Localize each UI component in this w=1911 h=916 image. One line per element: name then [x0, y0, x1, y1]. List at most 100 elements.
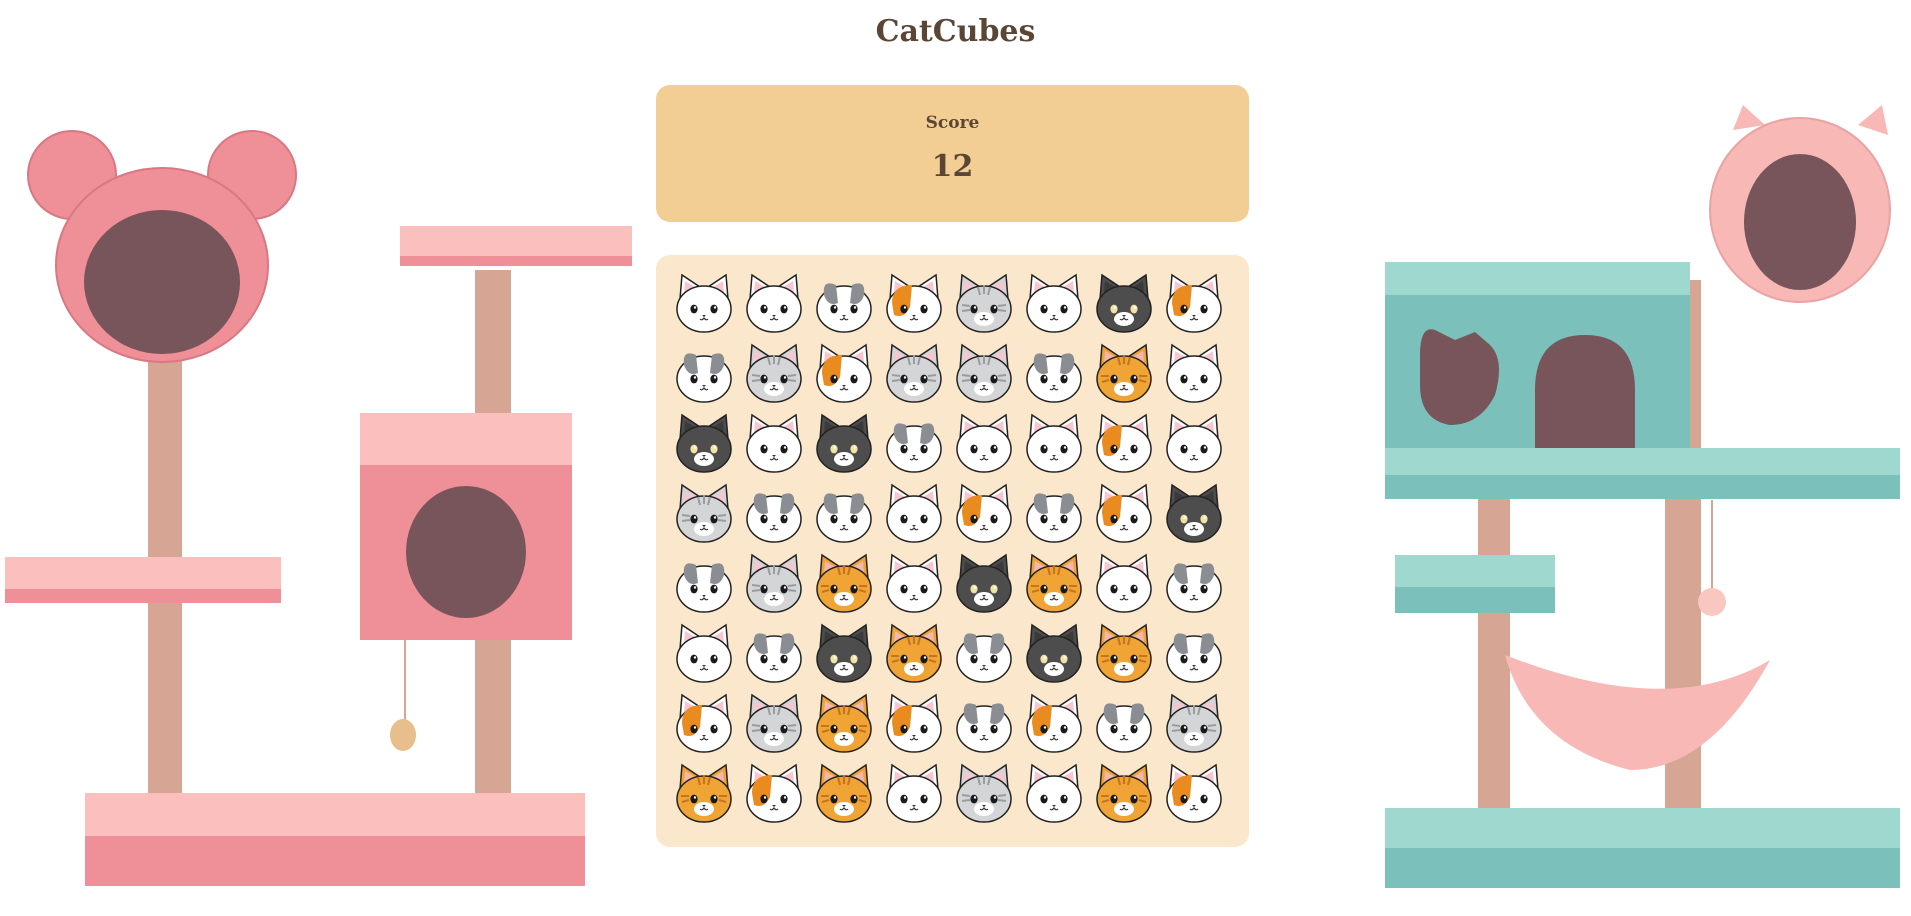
cat-tile-calico[interactable]: [810, 339, 878, 409]
cat-tile-black[interactable]: [1090, 269, 1158, 339]
cat-tile-calico[interactable]: [1160, 269, 1228, 339]
cat-calico-icon: [676, 693, 732, 753]
cat-orange-icon: [1096, 343, 1152, 403]
cat-tile-tabby[interactable]: [740, 549, 808, 619]
cat-tile-tabby[interactable]: [950, 339, 1018, 409]
cat-tabby-icon: [746, 343, 802, 403]
cat-black-icon: [1096, 273, 1152, 333]
cat-calico-icon: [1096, 483, 1152, 543]
cat-tile-black[interactable]: [810, 619, 878, 689]
game-title: CatCubes: [875, 14, 1036, 49]
cat-tile-orange[interactable]: [1020, 549, 1088, 619]
cat-tile-gray[interactable]: [810, 479, 878, 549]
cat-tile-gray[interactable]: [1020, 479, 1088, 549]
cat-tile-white[interactable]: [670, 269, 738, 339]
cat-black-icon: [1166, 483, 1222, 543]
cat-white-icon: [1166, 413, 1222, 473]
cat-tile-orange[interactable]: [670, 759, 738, 829]
cat-white-icon: [1166, 343, 1222, 403]
cat-tile-calico[interactable]: [670, 689, 738, 759]
cat-tile-gray[interactable]: [880, 409, 948, 479]
cat-tile-tabby[interactable]: [740, 339, 808, 409]
cat-tile-orange[interactable]: [1090, 619, 1158, 689]
cat-tile-black[interactable]: [950, 549, 1018, 619]
cat-white-icon: [1096, 553, 1152, 613]
cat-orange-icon: [1026, 553, 1082, 613]
cat-tile-white[interactable]: [670, 619, 738, 689]
cat-tile-calico[interactable]: [950, 479, 1018, 549]
cat-gray-icon: [676, 563, 732, 613]
cat-tile-gray[interactable]: [740, 479, 808, 549]
cat-tree-right-decoration: [1385, 105, 1900, 888]
cat-tile-gray[interactable]: [670, 339, 738, 409]
cat-gray-icon: [1026, 353, 1082, 403]
cat-tile-gray[interactable]: [1160, 549, 1228, 619]
cat-tile-orange[interactable]: [1090, 759, 1158, 829]
cat-tile-orange[interactable]: [1090, 339, 1158, 409]
cat-tabby-icon: [746, 553, 802, 613]
cat-tile-calico[interactable]: [880, 269, 948, 339]
cat-calico-icon: [886, 693, 942, 753]
cat-tile-white[interactable]: [950, 409, 1018, 479]
cat-tile-gray[interactable]: [1020, 339, 1088, 409]
cat-tile-orange[interactable]: [810, 689, 878, 759]
cat-tabby-icon: [886, 343, 942, 403]
cat-orange-icon: [816, 553, 872, 613]
cat-tile-gray[interactable]: [1090, 689, 1158, 759]
cat-gray-icon: [1026, 493, 1082, 543]
cat-tile-orange[interactable]: [880, 619, 948, 689]
cat-tile-black[interactable]: [1020, 619, 1088, 689]
cat-tile-white[interactable]: [740, 269, 808, 339]
cat-tile-tabby[interactable]: [950, 759, 1018, 829]
cat-tile-white[interactable]: [880, 549, 948, 619]
cat-tile-tabby[interactable]: [670, 479, 738, 549]
cat-tile-black[interactable]: [810, 409, 878, 479]
cat-gray-icon: [956, 703, 1012, 753]
cat-tile-white[interactable]: [1020, 269, 1088, 339]
cat-tile-white[interactable]: [1020, 409, 1088, 479]
cat-tile-white[interactable]: [1160, 409, 1228, 479]
cat-tile-calico[interactable]: [880, 689, 948, 759]
cat-white-icon: [676, 273, 732, 333]
cat-tabby-icon: [956, 273, 1012, 333]
cat-white-icon: [1026, 273, 1082, 333]
tile-grid: [670, 269, 1228, 829]
cat-white-icon: [886, 553, 942, 613]
cat-tabby-icon: [956, 343, 1012, 403]
cat-tile-gray[interactable]: [740, 619, 808, 689]
cat-gray-icon: [746, 633, 802, 683]
cat-tile-gray[interactable]: [1160, 619, 1228, 689]
cat-tile-white[interactable]: [880, 759, 948, 829]
cat-tile-white[interactable]: [1160, 339, 1228, 409]
cat-tile-orange[interactable]: [810, 549, 878, 619]
cat-tile-orange[interactable]: [810, 759, 878, 829]
cat-tile-calico[interactable]: [1090, 479, 1158, 549]
cat-tile-calico[interactable]: [1090, 409, 1158, 479]
cat-tabby-icon: [746, 693, 802, 753]
cat-gray-icon: [746, 493, 802, 543]
cat-tile-calico[interactable]: [1020, 689, 1088, 759]
cat-tile-calico[interactable]: [1160, 759, 1228, 829]
cat-calico-icon: [1026, 693, 1082, 753]
cat-tile-white[interactable]: [1090, 549, 1158, 619]
cat-tile-white[interactable]: [740, 409, 808, 479]
cat-tile-white[interactable]: [1020, 759, 1088, 829]
cat-tile-tabby[interactable]: [880, 339, 948, 409]
cat-tile-black[interactable]: [670, 409, 738, 479]
cat-tabby-icon: [1166, 693, 1222, 753]
cat-tile-gray[interactable]: [950, 689, 1018, 759]
cat-gray-icon: [886, 423, 942, 473]
cat-tile-white[interactable]: [880, 479, 948, 549]
cat-tile-gray[interactable]: [950, 619, 1018, 689]
cat-gray-icon: [1166, 633, 1222, 683]
cat-tile-black[interactable]: [1160, 479, 1228, 549]
cat-calico-icon: [956, 483, 1012, 543]
cat-tile-tabby[interactable]: [740, 689, 808, 759]
cat-tile-gray[interactable]: [810, 269, 878, 339]
cat-tile-tabby[interactable]: [1160, 689, 1228, 759]
cat-black-icon: [676, 413, 732, 473]
cat-orange-icon: [816, 693, 872, 753]
cat-tile-calico[interactable]: [740, 759, 808, 829]
cat-tile-tabby[interactable]: [950, 269, 1018, 339]
cat-tile-gray[interactable]: [670, 549, 738, 619]
